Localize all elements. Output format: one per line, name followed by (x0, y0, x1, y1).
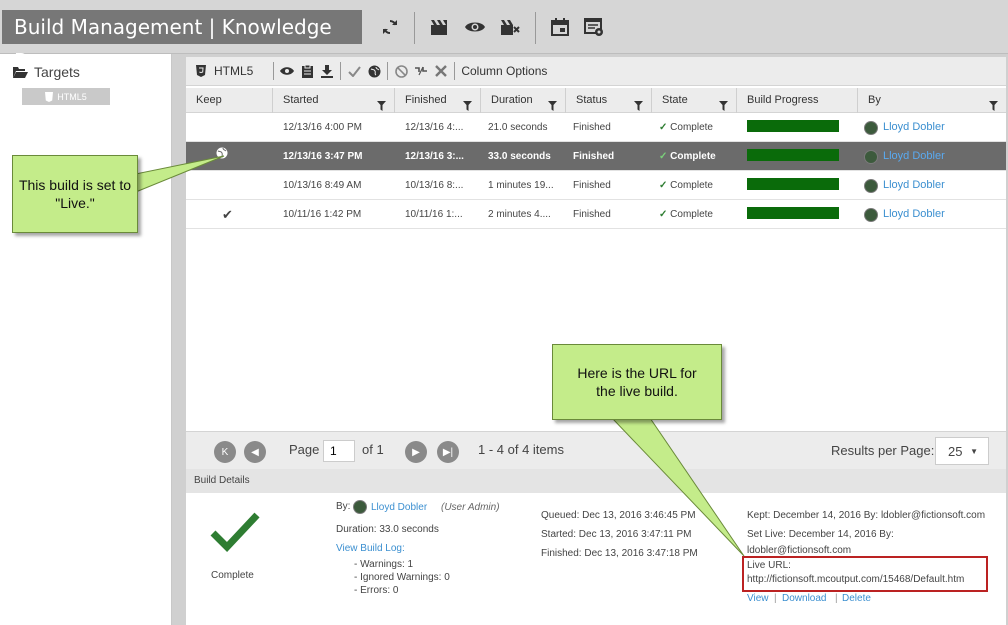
callout-pointers (125, 155, 745, 557)
callout-pointer-live (125, 155, 225, 197)
callout-pointer-url (610, 417, 745, 557)
callout-live-text: This build is set to "Live." (18, 177, 132, 211)
callout-live-build: This build is set to "Live." (12, 155, 138, 233)
callout-live-url: Here is the URL for the live build. (552, 344, 722, 420)
callout-url-text: Here is the URL for the live build. (577, 365, 697, 399)
